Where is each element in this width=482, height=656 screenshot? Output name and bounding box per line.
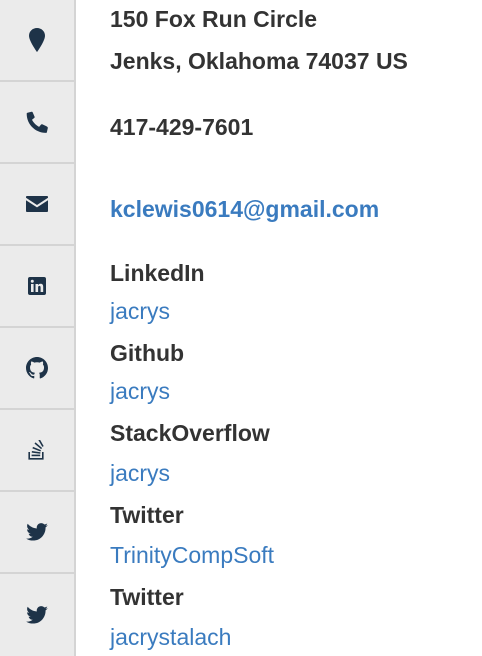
icon-sidebar xyxy=(0,0,76,656)
github-icon xyxy=(26,357,48,379)
envelope-icon xyxy=(26,196,48,212)
map-marker-icon xyxy=(29,28,45,52)
linkedin-icon-cell xyxy=(0,246,74,328)
profile-username-twitter-2[interactable]: jacrystalach xyxy=(110,622,231,652)
profile-username-stackoverflow[interactable]: jacrys xyxy=(110,458,170,488)
twitter-icon xyxy=(26,606,48,624)
profile-username-linkedin[interactable]: jacrys xyxy=(110,296,170,326)
address-line1: 150 Fox Run Circle xyxy=(110,6,318,32)
twitter-icon-cell-2 xyxy=(0,574,74,656)
contact-details: 150 Fox Run Circle Jenks, Oklahoma 74037… xyxy=(110,0,482,656)
linkedin-icon xyxy=(28,277,46,295)
profile-network-github: Github xyxy=(110,340,185,366)
stackoverflow-icon xyxy=(28,440,44,460)
profile-username-twitter[interactable]: TrinityCompSoft xyxy=(110,540,274,570)
phone-number: 417-429-7601 xyxy=(110,114,254,140)
stackoverflow-icon-cell xyxy=(0,410,74,492)
profile-network-twitter: Twitter xyxy=(110,502,184,528)
twitter-icon xyxy=(26,523,48,541)
phone-icon xyxy=(26,111,48,133)
profile-network-linkedin: LinkedIn xyxy=(110,260,205,286)
twitter-icon-cell xyxy=(0,492,74,574)
profile-network-stackoverflow: StackOverflow xyxy=(110,420,270,446)
address-line2: Jenks, Oklahoma 74037 US xyxy=(110,48,408,74)
profile-username-github[interactable]: jacrys xyxy=(110,376,170,406)
phone-icon-cell xyxy=(0,82,74,164)
email-icon-cell xyxy=(0,164,74,246)
github-icon-cell xyxy=(0,328,74,410)
profile-network-twitter-2: Twitter xyxy=(110,584,184,610)
email-link[interactable]: kclewis0614@gmail.com xyxy=(110,194,379,224)
address-icon-cell xyxy=(0,0,74,82)
